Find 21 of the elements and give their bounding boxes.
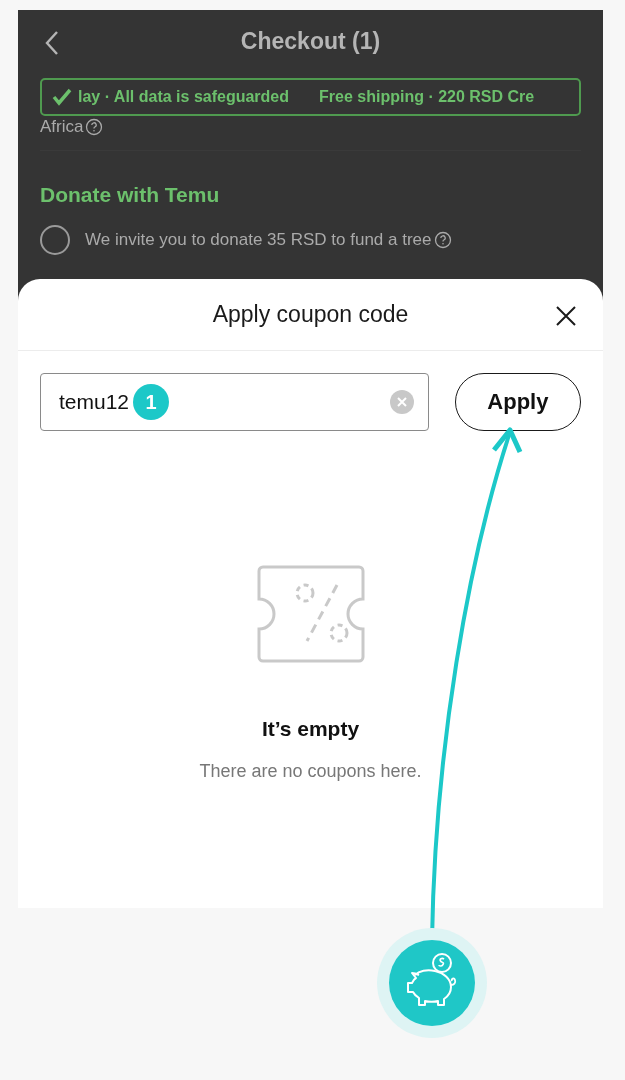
- close-icon[interactable]: [555, 304, 577, 327]
- banner-text: Free shipping · 220 RSD Cre: [319, 87, 535, 107]
- section-title: Donate with Temu: [40, 182, 221, 208]
- empty-title: It’s empty: [261, 715, 360, 742]
- piggy-bank-icon: [377, 928, 487, 1038]
- address-text: Africa: [40, 116, 84, 139]
- coupon-field[interactable]: temu12 1: [40, 372, 429, 431]
- step-badge: 1: [133, 383, 170, 420]
- empty-message: There are no coupons here.: [199, 760, 422, 783]
- help-icon[interactable]: [85, 118, 104, 136]
- back-icon[interactable]: [44, 30, 60, 56]
- field-value: temu12: [59, 388, 130, 415]
- help-icon[interactable]: [433, 230, 452, 249]
- check-icon: [52, 88, 72, 106]
- banner-text: lay · All data is safeguarded: [77, 87, 290, 107]
- donate-radio[interactable]: [40, 224, 70, 255]
- coupon-icon: [256, 564, 365, 663]
- sheet-title: Apply coupon code: [212, 299, 409, 329]
- apply-button[interactable]: Apply: [454, 372, 581, 431]
- page-title: Checkout (1): [240, 26, 381, 56]
- donate-text: We invite you to donate 35 RSD to fund a tree: [85, 228, 432, 251]
